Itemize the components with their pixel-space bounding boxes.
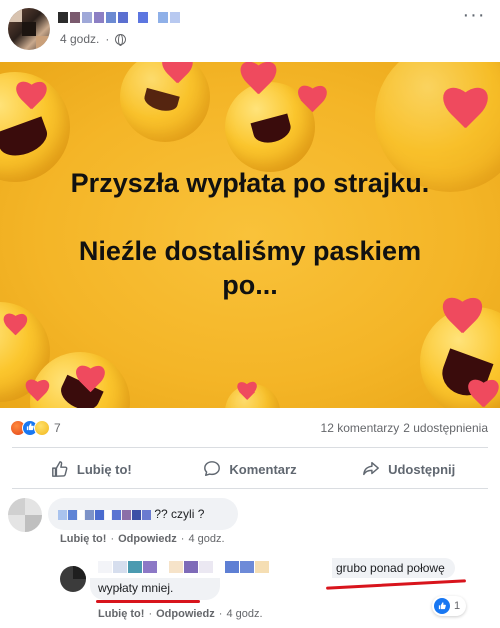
meme-line-1: Przyszła wypłata po strajku. [70, 168, 430, 198]
more-options-icon[interactable]: ··· [460, 5, 488, 28]
reaction-summary[interactable]: 7 [10, 420, 61, 436]
heart-shape [2, 314, 28, 340]
heart-shape [236, 382, 258, 404]
reply-actions: Lubię to! · Odpowiedz · 4 godz. [98, 608, 263, 620]
like-button-label: Lubię to! [76, 461, 132, 477]
reaction-count: 7 [54, 421, 61, 435]
globe-icon [115, 33, 127, 46]
thumbs-up-icon [51, 461, 68, 477]
comment-text: ?? czyli ? [154, 507, 205, 521]
heart-shape [24, 380, 50, 406]
comment-button[interactable]: Komentarz [171, 452, 330, 486]
comment-reply-link[interactable]: Odpowiedz [118, 533, 177, 545]
share-button-label: Udostępnij [388, 461, 456, 477]
meme-line-2: Nieźle dostaliśmy paskiem [78, 236, 422, 266]
author-avatar[interactable] [8, 8, 50, 50]
reply-avatar[interactable] [60, 566, 86, 592]
engagement-counts: 12 komentarzy 2 udostępnienia [321, 421, 488, 435]
separator-dot: · [110, 533, 115, 545]
reply-like-badge[interactable]: 1 [432, 596, 467, 616]
reply-text-line-1: grubo ponad połowę [336, 561, 445, 575]
reply-text-line-2: wypłaty mniej. [98, 581, 174, 595]
share-icon [363, 461, 380, 476]
heart-shape [14, 82, 48, 116]
reply-like-link[interactable]: Lubię to! [98, 608, 144, 620]
comment-like-link[interactable]: Lubię to! [60, 533, 106, 545]
separator-dot: · [148, 608, 153, 620]
post-meta: 4 godz. · [60, 32, 127, 46]
share-count[interactable]: 2 udostępnienia [403, 421, 488, 435]
reply-author-name-pixelated[interactable] [90, 556, 334, 578]
author-name-pixelated[interactable] [58, 12, 180, 24]
like-reaction-icon [434, 598, 450, 614]
heart-shape [296, 86, 328, 118]
commenter-name-pixelated[interactable] [58, 509, 151, 520]
heart-shape [440, 298, 484, 342]
heart-shape [440, 88, 490, 138]
like-button[interactable]: Lubię to! [12, 452, 171, 486]
post-time[interactable]: 4 godz. [60, 32, 99, 46]
heart-shape [160, 62, 194, 90]
commenter-avatar[interactable] [8, 498, 42, 532]
comment-bubble: ?? czyli ? [48, 498, 238, 530]
heart-shape [74, 366, 106, 398]
comment-count[interactable]: 12 komentarzy [321, 421, 400, 435]
reply-like-count: 1 [454, 600, 461, 612]
action-bar: Lubię to! Komentarz Udostępnij [12, 452, 488, 486]
reply-bubble: grubo ponad połowę wypłaty mniej. [90, 556, 466, 602]
comment-actions: Lubię to! · Odpowiedz · 4 godz. [60, 533, 225, 545]
post-image[interactable]: Przyszła wypłata po strajku. Nieźle dost… [0, 62, 500, 408]
separator-dot: · [180, 533, 185, 545]
post-header: 4 godz. · ··· [0, 0, 500, 60]
divider [12, 447, 488, 448]
post-stats: 7 12 komentarzy 2 udostępnienia [0, 414, 500, 442]
reply-reply-link[interactable]: Odpowiedz [156, 608, 215, 620]
sad-reaction-icon [34, 420, 50, 436]
heart-shape [466, 380, 500, 408]
reply-time[interactable]: 4 godz. [226, 608, 262, 620]
comment-icon [204, 461, 221, 477]
heart-shape [238, 62, 278, 102]
share-button[interactable]: Udostępnij [329, 452, 488, 486]
separator-dot: · [105, 32, 110, 46]
separator-dot: · [218, 608, 223, 620]
meme-line-3: po... [222, 270, 278, 300]
divider [12, 488, 488, 489]
comment-time[interactable]: 4 godz. [188, 533, 224, 545]
annotation-underline [96, 600, 200, 603]
comment-button-label: Komentarz [229, 461, 297, 477]
